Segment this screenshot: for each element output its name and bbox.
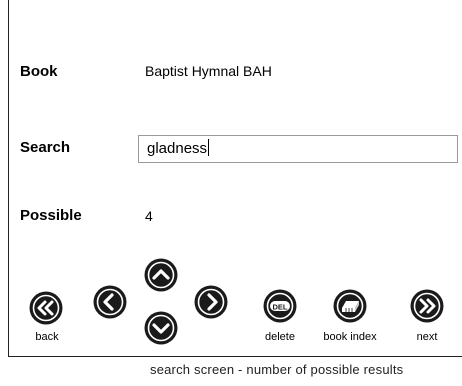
chevron-right-icon bbox=[194, 285, 228, 319]
book-label: Book bbox=[20, 63, 58, 80]
possible-count: 4 bbox=[145, 208, 153, 224]
delete-button[interactable]: DEL bbox=[263, 289, 297, 323]
possible-label: Possible bbox=[20, 207, 82, 224]
left-arrow-button[interactable] bbox=[93, 285, 127, 319]
search-label: Search bbox=[20, 139, 71, 156]
search-input[interactable]: gladness bbox=[138, 135, 458, 163]
up-arrow-button[interactable] bbox=[144, 258, 178, 292]
back-button[interactable] bbox=[29, 291, 63, 325]
del-icon: DEL bbox=[263, 289, 297, 323]
book-index-button[interactable] bbox=[333, 289, 367, 323]
text-caret bbox=[208, 139, 210, 156]
figure-caption: search screen - number of possible resul… bbox=[150, 362, 404, 377]
next-label: next bbox=[416, 331, 438, 343]
double-chevron-right-icon bbox=[410, 289, 444, 323]
down-arrow-button[interactable] bbox=[144, 311, 178, 345]
chevron-left-icon bbox=[93, 285, 127, 319]
del-badge-text: DEL bbox=[273, 302, 288, 311]
chevron-up-icon bbox=[144, 258, 178, 292]
book-index-label: book index bbox=[323, 331, 377, 343]
book-icon bbox=[333, 289, 367, 323]
hymnal-search-panel: Book Baptist Hymnal BAH Search gladness … bbox=[8, 0, 462, 357]
book-value: Baptist Hymnal BAH bbox=[145, 63, 272, 79]
search-input-value: gladness bbox=[147, 140, 208, 157]
right-arrow-button[interactable] bbox=[194, 285, 228, 319]
delete-label: delete bbox=[265, 331, 295, 343]
double-chevron-left-icon bbox=[29, 291, 63, 325]
next-button[interactable] bbox=[410, 289, 444, 323]
back-label: back bbox=[35, 331, 59, 343]
chevron-down-icon bbox=[144, 311, 178, 345]
